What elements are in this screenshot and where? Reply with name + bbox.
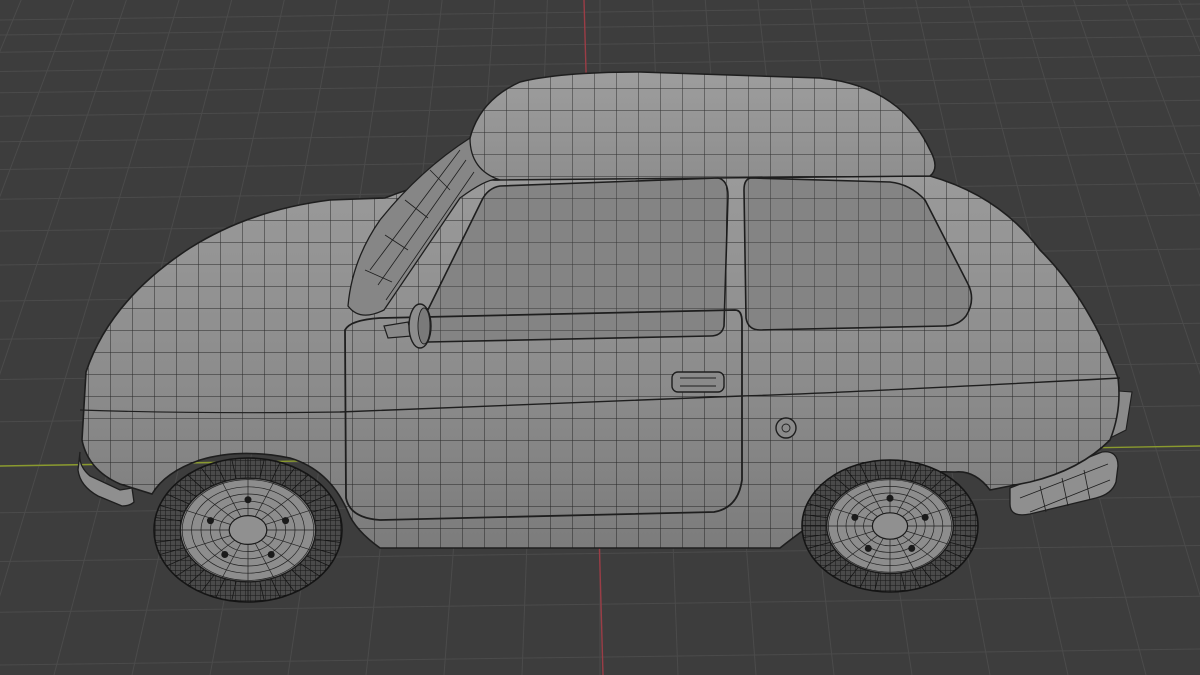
lug-nut [851, 513, 859, 521]
lug-nut [221, 550, 229, 558]
door-handle[interactable] [671, 371, 725, 393]
3d-viewport[interactable] [0, 0, 1200, 675]
lug-nut [921, 513, 929, 521]
lug-nut [267, 550, 275, 558]
lug-nut [206, 517, 214, 525]
wheel-hub [228, 514, 268, 545]
lug-nut [886, 494, 894, 502]
front-wheel[interactable] [153, 457, 343, 603]
rear-wheel[interactable] [801, 459, 979, 593]
lug-nut [244, 496, 252, 504]
fuel-cap[interactable] [775, 417, 797, 439]
lug-nut [864, 544, 872, 552]
lug-nut [908, 544, 916, 552]
lug-nut [282, 517, 290, 525]
viewport-canvas[interactable] [0, 0, 1200, 675]
wheel-hub [871, 512, 909, 540]
